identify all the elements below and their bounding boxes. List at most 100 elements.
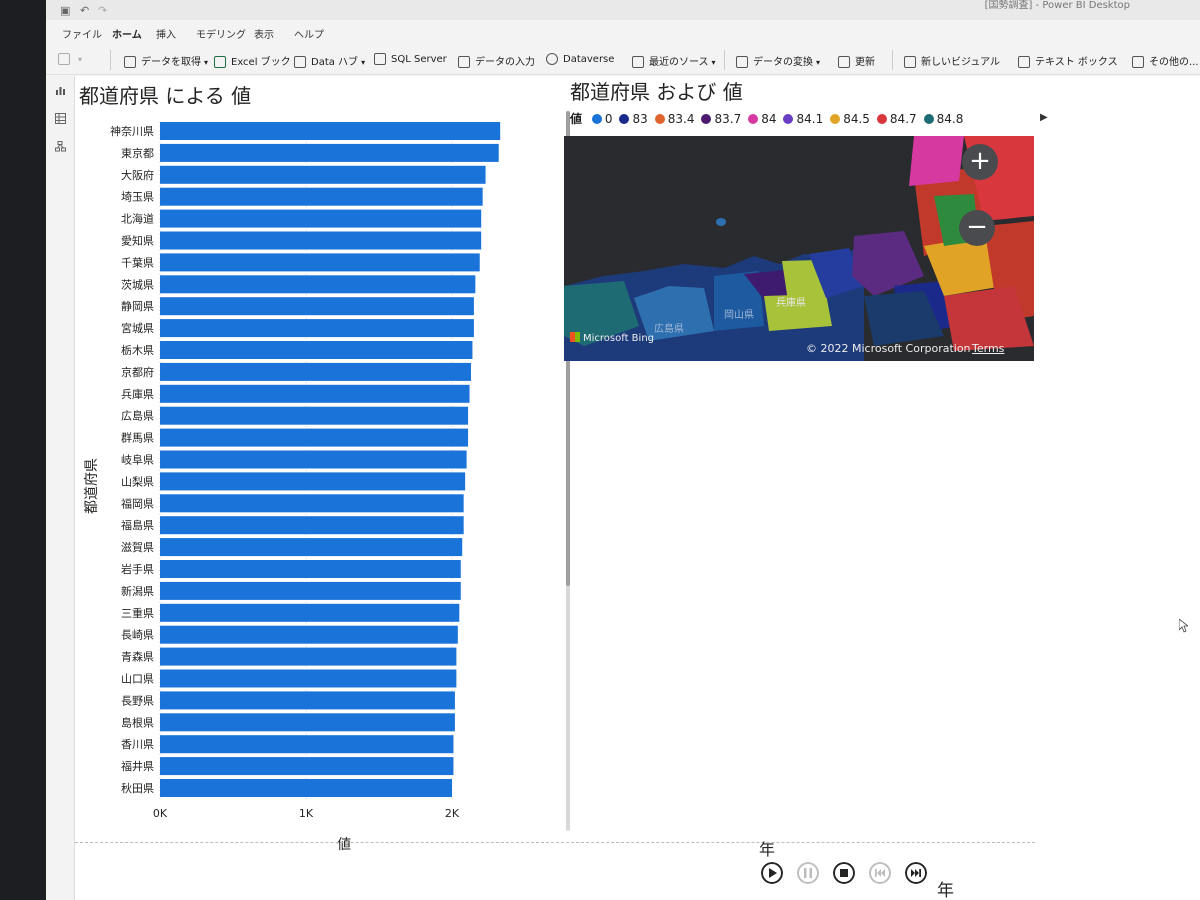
map-label-hiroshima: 広島県: [654, 322, 684, 335]
y-tick-label: 新潟県: [121, 584, 154, 598]
y-tick-label: 愛知県: [121, 234, 154, 248]
menu-help[interactable]: ヘルプ: [294, 26, 324, 41]
transform-data-button[interactable]: データの変換 ▾: [736, 53, 820, 68]
legend-item[interactable]: 84.8: [923, 112, 964, 126]
bing-logo: Microsoft Bing: [570, 332, 654, 344]
bar[interactable]: [160, 319, 474, 338]
bar[interactable]: [160, 713, 455, 732]
bar[interactable]: [160, 516, 464, 535]
bar[interactable]: [160, 253, 480, 272]
refresh-button[interactable]: 更新: [838, 53, 875, 68]
ribbon: ▾ データを取得 ▾ Excel ブック Data ハブ ▾ SQL Server …: [46, 44, 1200, 75]
bar[interactable]: [160, 122, 501, 140]
bar[interactable]: [160, 362, 471, 381]
bar[interactable]: [160, 603, 460, 622]
menu-insert[interactable]: 挿入: [156, 26, 176, 41]
y-tick-label: 福井県: [121, 759, 154, 773]
refresh-label: 更新: [855, 57, 875, 68]
bar[interactable]: [160, 209, 482, 228]
bar[interactable]: [160, 165, 486, 184]
zoom-in-button[interactable]: +: [962, 144, 998, 180]
legend-label: 84.8: [936, 112, 964, 126]
stop-button[interactable]: [833, 862, 855, 884]
bar[interactable]: [160, 779, 452, 797]
new-visual-button[interactable]: 新しいビジュアル: [904, 53, 1000, 68]
legend-label: 84.1: [796, 112, 824, 126]
legend-item[interactable]: 84: [748, 112, 776, 126]
bar-chart-title: 都道府県 による 値: [79, 84, 252, 108]
legend-item[interactable]: 0: [591, 112, 612, 126]
text-box-button[interactable]: テキスト ボックス: [1018, 53, 1118, 68]
map-area[interactable]: 兵庫県 岡山県 広島県 + − Microsoft Bing © 2022 Mi…: [564, 136, 1034, 361]
bar[interactable]: [160, 494, 464, 513]
redo-icon[interactable]: ↷: [98, 4, 107, 17]
database-icon: [124, 56, 136, 68]
zoom-out-button[interactable]: −: [959, 210, 995, 246]
bar[interactable]: [160, 275, 476, 294]
bar[interactable]: [160, 187, 483, 206]
y-tick-label: 島根県: [121, 715, 154, 729]
bar[interactable]: [160, 691, 455, 710]
bar[interactable]: [160, 231, 482, 250]
sql-server-button[interactable]: SQL Server: [374, 53, 447, 65]
model-view-icon[interactable]: [55, 141, 66, 152]
legend-item[interactable]: 84.7: [876, 112, 917, 126]
pause-button[interactable]: [797, 862, 819, 884]
data-hub-button[interactable]: Data ハブ ▾: [294, 53, 365, 68]
recent-sources-button[interactable]: 最近のソース ▾: [632, 53, 716, 68]
recent-sources-icon: [632, 56, 644, 68]
bar[interactable]: [160, 472, 466, 491]
play-button[interactable]: [761, 862, 783, 884]
bar[interactable]: [160, 625, 458, 644]
legend-next-arrow[interactable]: ▶: [1040, 112, 1048, 123]
legend-item[interactable]: 84.1: [783, 112, 823, 126]
bar-chart[interactable]: 神奈川県東京都大阪府埼玉県北海道愛知県千葉県茨城県静岡県宮城県栃木県京都府兵庫県…: [75, 112, 545, 832]
excel-button[interactable]: Excel ブック: [214, 53, 291, 68]
bar[interactable]: [160, 647, 457, 666]
bar[interactable]: [160, 341, 473, 359]
bar[interactable]: [160, 143, 499, 162]
bar[interactable]: [160, 538, 463, 557]
map-terms-link[interactable]: Terms: [972, 342, 1004, 355]
menu-file[interactable]: ファイル: [62, 26, 102, 41]
clipboard-button[interactable]: ▾: [58, 53, 82, 65]
bar[interactable]: [160, 450, 467, 469]
save-icon[interactable]: ▣: [60, 4, 70, 17]
menu-view[interactable]: 表示: [254, 26, 274, 41]
bar-chart-x-axis-label: 値: [337, 837, 351, 853]
legend-item[interactable]: 83: [619, 112, 648, 126]
bar[interactable]: [160, 560, 461, 578]
bar[interactable]: [160, 428, 469, 447]
bar[interactable]: [160, 757, 454, 776]
map-legend: 値 0 83 83.4 83.7 84 84.1 84.5 84.7 84.8: [570, 110, 1060, 128]
map-region: [909, 136, 964, 186]
legend-dot-icon: [923, 114, 934, 124]
legend-item[interactable]: 84.5: [830, 112, 870, 126]
legend-item[interactable]: 83.4: [654, 112, 694, 126]
bar[interactable]: [160, 297, 474, 316]
more-visuals-button[interactable]: その他の...: [1132, 53, 1199, 68]
y-tick-label: 青森県: [121, 650, 154, 664]
y-tick-label: 福島県: [121, 518, 154, 532]
map-title: 都道府県 および 値: [570, 80, 743, 104]
y-tick-label: 群馬県: [121, 431, 154, 445]
legend-item[interactable]: 83.7: [701, 112, 741, 126]
enter-data-button[interactable]: データの入力: [458, 53, 535, 68]
next-button[interactable]: [905, 862, 927, 884]
bar[interactable]: [160, 735, 454, 754]
bar[interactable]: [160, 669, 457, 688]
bar[interactable]: [160, 406, 469, 425]
menu-home[interactable]: ホーム: [112, 26, 142, 46]
bar[interactable]: [160, 384, 470, 403]
data-view-icon[interactable]: [55, 113, 66, 124]
y-tick-label: 長野県: [121, 694, 154, 707]
legend-dot-icon: [830, 114, 841, 124]
y-tick-label: 岐阜県: [121, 454, 154, 467]
bar[interactable]: [160, 581, 461, 600]
get-data-button[interactable]: データを取得 ▾: [124, 53, 208, 68]
menu-modeling[interactable]: モデリング: [196, 26, 246, 41]
previous-button[interactable]: [869, 862, 891, 884]
undo-icon[interactable]: ↶: [80, 4, 89, 17]
report-view-icon[interactable]: [55, 85, 66, 96]
dataverse-button[interactable]: Dataverse: [546, 53, 614, 65]
